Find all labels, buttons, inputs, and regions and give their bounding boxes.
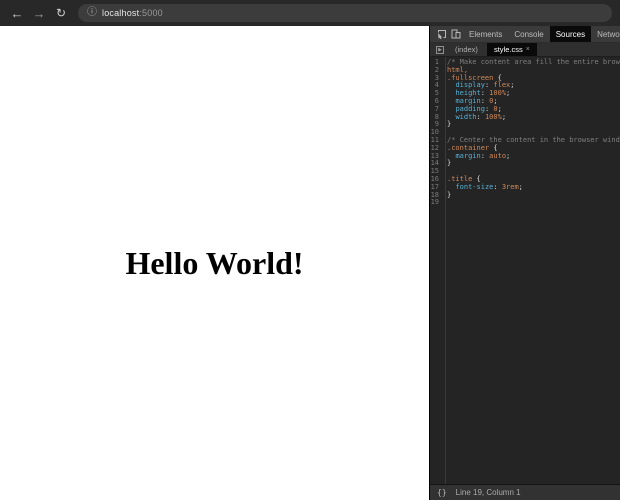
pretty-print-icon[interactable]: {}: [437, 488, 447, 497]
code-text: /* Make content area fill the entire bro…: [442, 59, 620, 67]
browser-window: ← → ↻ ⓘ localhost:5000 Hello World!: [0, 0, 620, 500]
show-navigator-icon[interactable]: ▶: [434, 43, 446, 56]
tab-elements[interactable]: Elements: [463, 26, 508, 42]
code-text: }: [442, 192, 451, 200]
devtools-tab-bar: Elements Console Sources Network: [430, 26, 620, 43]
line-number[interactable]: 19: [430, 199, 442, 207]
code-lines: 1/* Make content area fill the entire br…: [430, 59, 620, 207]
code-text: font-size: 3rem;: [442, 184, 523, 192]
browser-toolbar: ← → ↻ ⓘ localhost:5000: [0, 0, 620, 26]
code-line: 19: [430, 199, 620, 207]
back-icon[interactable]: ←: [8, 4, 26, 22]
code-editor[interactable]: 1/* Make content area fill the entire br…: [430, 57, 620, 484]
code-line: 8 width: 100%;: [430, 114, 620, 122]
reload-icon[interactable]: ↻: [52, 4, 70, 22]
code-text: [442, 199, 447, 207]
info-icon[interactable]: ⓘ: [87, 8, 97, 18]
devtools-panel: Elements Console Sources Network ▶ (inde…: [429, 26, 620, 500]
code-text: margin: auto;: [442, 153, 510, 161]
close-icon[interactable]: ×: [526, 46, 530, 53]
url-bar[interactable]: ⓘ localhost:5000: [78, 4, 612, 22]
page-title: Hello World!: [125, 245, 303, 282]
code-line: 17 font-size: 3rem;: [430, 184, 620, 192]
file-tab-style-css[interactable]: style.css ×: [487, 43, 537, 56]
inspect-element-icon[interactable]: [435, 26, 449, 42]
url-host: localhost: [102, 8, 139, 18]
forward-icon[interactable]: →: [30, 4, 48, 22]
code-text: width: 100%;: [442, 114, 506, 122]
url-text: localhost:5000: [102, 8, 163, 18]
url-port: :5000: [139, 8, 163, 18]
code-text: }: [442, 160, 451, 168]
page-viewport: Hello World!: [0, 26, 429, 500]
code-line: 14}: [430, 160, 620, 168]
code-line: 13 margin: auto;: [430, 153, 620, 161]
editor-status-bar: {} Line 19, Column 1: [430, 484, 620, 500]
cursor-position: Line 19, Column 1: [456, 488, 521, 497]
code-text: }: [442, 121, 451, 129]
device-toolbar-icon[interactable]: [449, 26, 463, 42]
file-tab-label: (index): [455, 45, 478, 54]
tab-network[interactable]: Network: [591, 26, 620, 42]
tab-console[interactable]: Console: [508, 26, 549, 42]
file-tab-label: style.css: [494, 45, 523, 54]
tab-sources[interactable]: Sources: [550, 26, 591, 42]
source-file-tab-bar: ▶ (index) style.css ×: [430, 43, 620, 57]
code-line: 18}: [430, 192, 620, 200]
code-line: 9}: [430, 121, 620, 129]
file-tab-index[interactable]: (index): [448, 43, 485, 56]
